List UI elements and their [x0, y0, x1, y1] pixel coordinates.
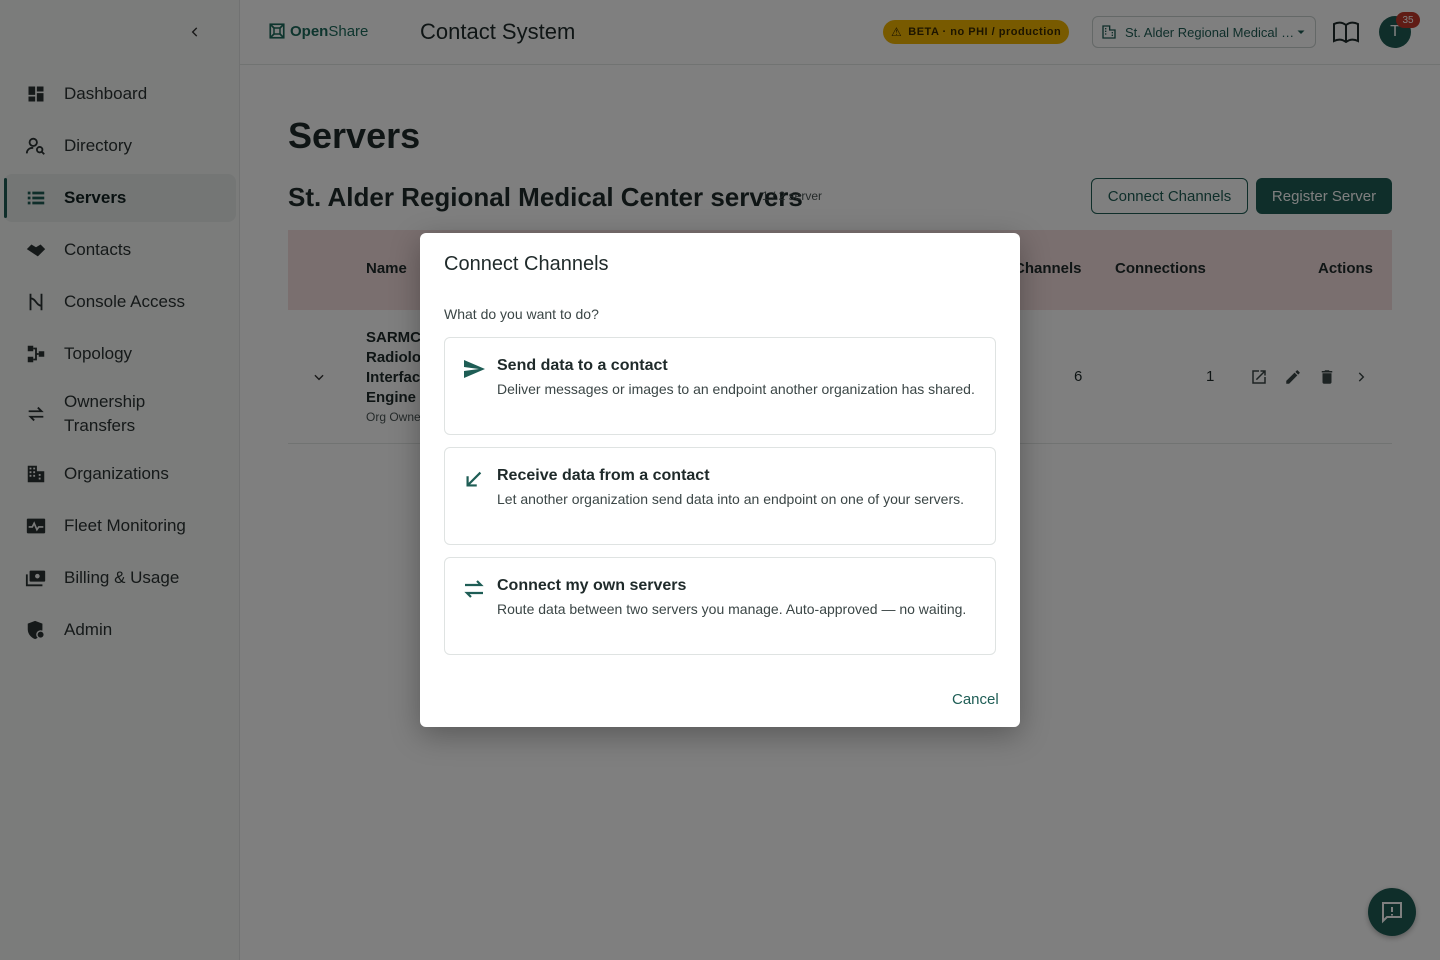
option-title: Send data to a contact [497, 357, 668, 374]
option-description: Let another organization send data into … [497, 491, 964, 507]
dialog-title: Connect Channels [444, 253, 609, 275]
connect-channels-dialog: Connect Channels What do you want to do?… [420, 233, 1020, 727]
option-connect-own-servers[interactable]: Connect my own servers Route data betwee… [444, 557, 996, 655]
option-description: Deliver messages or images to an endpoin… [497, 381, 975, 397]
dialog-prompt: What do you want to do? [444, 306, 599, 322]
send-icon [461, 356, 487, 382]
cancel-button[interactable]: Cancel [952, 691, 999, 708]
option-receive-data[interactable]: Receive data from a contact Let another … [444, 447, 996, 545]
option-title: Connect my own servers [497, 577, 687, 594]
arrow-down-left-icon [461, 466, 487, 492]
option-send-data[interactable]: Send data to a contact Deliver messages … [444, 337, 996, 435]
option-title: Receive data from a contact [497, 467, 710, 484]
swap-horizontal-icon [461, 576, 487, 602]
option-description: Route data between two servers you manag… [497, 601, 967, 617]
